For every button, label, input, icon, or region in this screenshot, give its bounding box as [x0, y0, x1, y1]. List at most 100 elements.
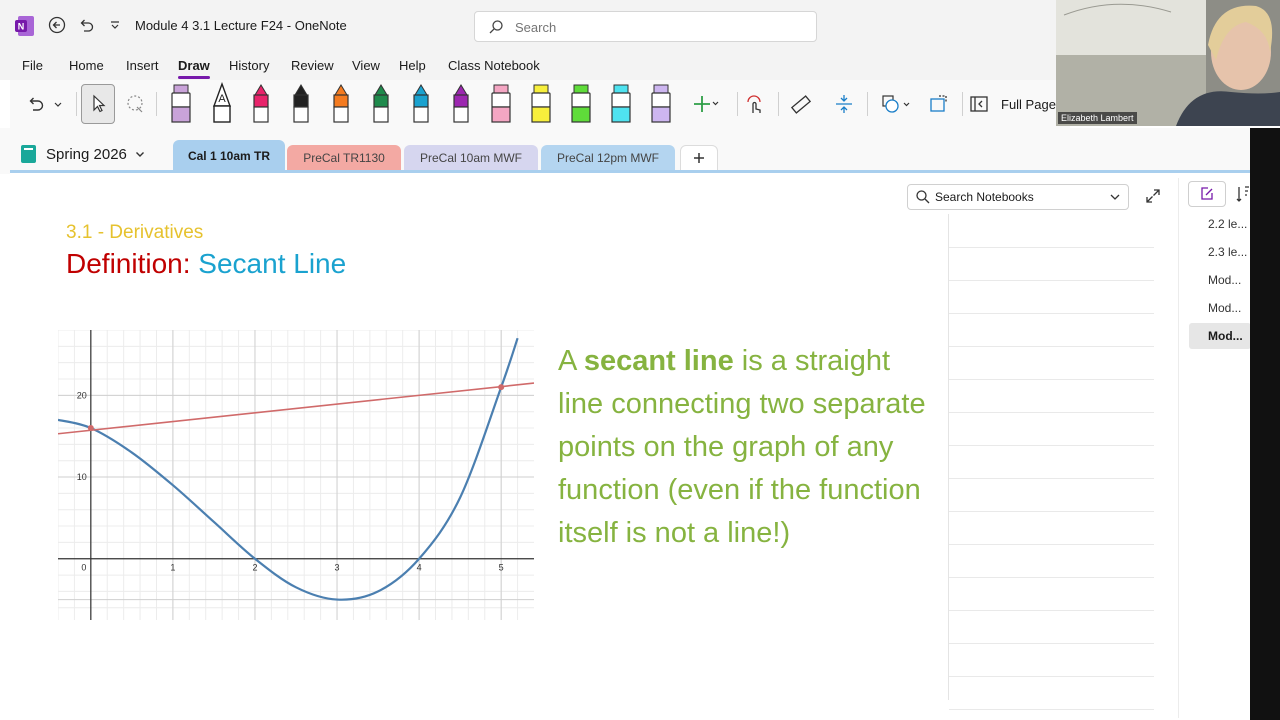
page-item-3[interactable]: Mod...	[1189, 295, 1251, 321]
ruler-button[interactable]	[784, 86, 818, 122]
webcam-feed: Elizabeth Lambert	[1056, 0, 1280, 126]
back-icon[interactable]	[46, 14, 68, 36]
pen-0-button[interactable]	[165, 82, 197, 126]
quick-access-chevron-icon[interactable]	[104, 14, 126, 36]
menu-tab-help[interactable]: Help	[399, 58, 426, 73]
body-bold-term: secant line	[583, 345, 734, 377]
pen-11-button[interactable]	[605, 82, 637, 126]
add-pen-button[interactable]	[686, 86, 726, 122]
svg-text:N: N	[18, 22, 25, 32]
chevron-down-icon	[135, 152, 144, 157]
full-page-button[interactable]	[966, 86, 992, 122]
page-guide-line	[949, 511, 1154, 512]
x-tick-label: 3	[335, 563, 340, 573]
note-body-text: A secant line is a straight line connect…	[558, 340, 938, 555]
menu-tab-draw[interactable]: Draw	[178, 58, 210, 79]
search-icon	[489, 20, 503, 34]
menu-tab-view[interactable]: View	[352, 58, 380, 73]
secant-line-graph: 0 1 2 3 4 5 10 20	[58, 330, 534, 620]
notebook-name: Spring 2026	[46, 145, 127, 163]
add-pen-icon	[694, 96, 719, 112]
undo-icon[interactable]	[75, 14, 97, 36]
search-notebooks-dropdown[interactable]: Search Notebooks	[907, 184, 1129, 210]
plus-icon	[694, 153, 704, 163]
page-guide-line	[949, 445, 1154, 446]
ribbon-separator	[778, 92, 779, 116]
ink-to-shape-icon	[930, 95, 947, 112]
intersection-point	[498, 384, 505, 391]
notebook-picker[interactable]: Spring 2026	[20, 141, 145, 167]
search-box[interactable]	[474, 11, 817, 42]
undo-button[interactable]	[18, 86, 52, 122]
shapes-button[interactable]	[874, 86, 918, 122]
page-guide-line	[949, 577, 1154, 578]
page-guide-line	[949, 412, 1154, 413]
ink-to-shape-button[interactable]	[922, 86, 956, 122]
intersection-point	[87, 425, 94, 432]
full-page-label[interactable]: Full Page	[1001, 97, 1056, 112]
highlighter-icon	[491, 84, 511, 123]
pen-9-button[interactable]	[525, 82, 557, 126]
sort-icon[interactable]	[1236, 184, 1250, 204]
webcam-image	[1056, 0, 1280, 126]
section-tab-2[interactable]: PreCal 10am MWF	[404, 145, 538, 171]
page-guide-line	[949, 247, 1154, 248]
page-guide-line	[949, 313, 1154, 314]
pen-2-button[interactable]	[245, 82, 277, 126]
page-item-2[interactable]: Mod...	[1189, 267, 1251, 293]
search-icon	[916, 190, 930, 204]
menu-tab-home[interactable]: Home	[69, 58, 104, 73]
lasso-select-icon	[127, 95, 143, 113]
page-guide-line	[949, 676, 1154, 677]
pen-7-button[interactable]	[445, 82, 477, 126]
add-page-button[interactable]	[1188, 181, 1226, 207]
pen-1-button[interactable]: A	[206, 81, 238, 126]
pen-5-button[interactable]	[365, 82, 397, 126]
touch-draw-button[interactable]	[738, 86, 772, 122]
insert-space-button[interactable]	[827, 86, 861, 122]
chevron-down-icon	[1110, 194, 1120, 200]
menu-tab-history[interactable]: History	[229, 58, 269, 73]
note-heading: Definition: Secant Line	[66, 248, 346, 280]
secant-line	[58, 382, 534, 435]
page-guide-line	[949, 478, 1154, 479]
page-item-0[interactable]: 2.2 le...	[1189, 211, 1251, 237]
page-guide-line	[949, 610, 1154, 611]
page-guide-line	[949, 643, 1154, 644]
y-tick-label: 20	[77, 390, 87, 400]
menu-tab-review[interactable]: Review	[291, 58, 334, 73]
undo-dropdown-button[interactable]	[48, 86, 68, 122]
pen-3-button[interactable]	[285, 82, 317, 126]
page-list-guides	[948, 214, 1154, 710]
pen-8-button[interactable]	[485, 82, 517, 126]
screen-edge	[1250, 128, 1280, 720]
heading-definition-label: Definition:	[66, 248, 191, 279]
pen-6-button[interactable]	[405, 82, 437, 126]
menu-tab-file[interactable]: File	[22, 58, 43, 73]
ribbon-separator	[156, 92, 157, 116]
section-tab-3[interactable]: PreCal 12pm MWF	[541, 145, 675, 171]
section-tab-1[interactable]: PreCal TR1130	[287, 145, 401, 171]
highlighter-icon	[531, 84, 551, 123]
expand-icon[interactable]	[1144, 187, 1162, 205]
pen-10-button[interactable]	[565, 82, 597, 126]
section-tab-0[interactable]: Cal 1 10am TR	[173, 140, 285, 171]
pen-icon	[453, 84, 469, 123]
highlighter-icon	[611, 84, 631, 123]
page-guide-line	[949, 544, 1154, 545]
y-tick-label: 10	[77, 472, 87, 482]
page-item-1[interactable]: 2.3 le...	[1189, 239, 1251, 265]
search-input[interactable]	[515, 18, 805, 36]
pen-12-button[interactable]	[645, 82, 677, 126]
menu-tab-insert[interactable]: Insert	[126, 58, 159, 73]
undo-dropdown-icon	[54, 102, 62, 107]
menu-tab-class-notebook[interactable]: Class Notebook	[448, 58, 540, 73]
select-tool-button[interactable]	[81, 84, 115, 124]
pen-4-button[interactable]	[325, 82, 357, 126]
page-item-4[interactable]: Mod...	[1189, 323, 1251, 349]
ribbon-separator	[76, 92, 77, 116]
highlighter-icon	[651, 84, 671, 123]
add-section-button[interactable]	[680, 145, 718, 171]
full-page-icon	[970, 96, 988, 112]
lasso-select-button[interactable]	[118, 86, 152, 122]
